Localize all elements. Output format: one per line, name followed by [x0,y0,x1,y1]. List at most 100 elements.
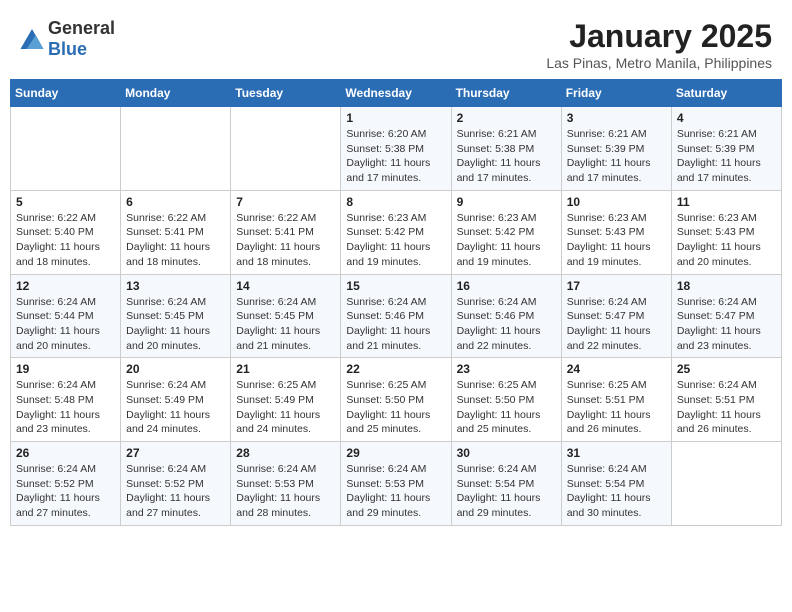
day-number: 15 [346,279,445,293]
day-number: 3 [567,111,666,125]
day-number: 16 [457,279,556,293]
calendar-cell: 20Sunrise: 6:24 AMSunset: 5:49 PMDayligh… [121,358,231,442]
day-number: 8 [346,195,445,209]
calendar-week-1: 1Sunrise: 6:20 AMSunset: 5:38 PMDaylight… [11,107,782,191]
calendar-week-2: 5 Sunrise: 6:22 AMSunset: 5:40 PMDaylight… [11,190,782,274]
calendar-cell: 9 Sunrise: 6:23 AMSunset: 5:42 PMDaylight… [451,190,561,274]
day-number: 5 [16,195,115,209]
weekday-header-friday: Friday [561,80,671,107]
calendar-cell: 22 Sunrise: 6:25 AMSunset: 5:50 PMDayligh… [341,358,451,442]
calendar-cell: 17 Sunrise: 6:24 AMSunset: 5:47 PMDayligh… [561,274,671,358]
day-number: 26 [16,446,115,460]
logo: General Blue [20,18,115,60]
day-number: 13 [126,279,225,293]
day-info: Sunrise: 6:24 AMSunset: 5:51 PMDaylight:… [677,378,776,437]
day-info: Sunrise: 6:24 AMSunset: 5:46 PMDaylight:… [457,295,556,354]
calendar-cell: 7 Sunrise: 6:22 AMSunset: 5:41 PMDaylight… [231,190,341,274]
day-info: Sunrise: 6:21 AMSunset: 5:39 PMDaylight:… [677,127,776,186]
day-number: 7 [236,195,335,209]
calendar-cell [11,107,121,191]
calendar-cell: 16 Sunrise: 6:24 AMSunset: 5:46 PMDayligh… [451,274,561,358]
calendar-cell: 25 Sunrise: 6:24 AMSunset: 5:51 PMDayligh… [671,358,781,442]
day-info: Sunrise: 6:22 AMSunset: 5:41 PMDaylight:… [126,211,225,270]
calendar-cell: 13 Sunrise: 6:24 AMSunset: 5:45 PMDayligh… [121,274,231,358]
calendar-cell: 31Sunrise: 6:24 AMSunset: 5:54 PMDayligh… [561,442,671,526]
day-info: Sunrise: 6:23 AMSunset: 5:42 PMDaylight:… [457,211,556,270]
weekday-header-saturday: Saturday [671,80,781,107]
day-info: Sunrise: 6:24 AMSunset: 5:47 PMDaylight:… [567,295,666,354]
logo-blue: Blue [48,39,87,59]
day-info: Sunrise: 6:21 AMSunset: 5:39 PMDaylight:… [567,127,666,186]
logo-icon [20,29,44,49]
logo-text: General Blue [48,18,115,60]
day-info: Sunrise: 6:24 AMSunset: 5:45 PMDaylight:… [126,295,225,354]
day-info: Sunrise: 6:25 AMSunset: 5:49 PMDaylight:… [236,378,335,437]
calendar-cell: 24Sunrise: 6:25 AMSunset: 5:51 PMDayligh… [561,358,671,442]
calendar-cell: 12 Sunrise: 6:24 AMSunset: 5:44 PMDayligh… [11,274,121,358]
day-info: Sunrise: 6:24 AMSunset: 5:45 PMDaylight:… [236,295,335,354]
day-info: Sunrise: 6:24 AMSunset: 5:54 PMDaylight:… [457,462,556,521]
day-info: Sunrise: 6:22 AMSunset: 5:41 PMDaylight:… [236,211,335,270]
calendar-cell: 6Sunrise: 6:22 AMSunset: 5:41 PMDaylight… [121,190,231,274]
month-title: January 2025 [546,18,772,55]
day-number: 23 [457,362,556,376]
calendar-cell: 5 Sunrise: 6:22 AMSunset: 5:40 PMDaylight… [11,190,121,274]
day-number: 19 [16,362,115,376]
calendar-cell [231,107,341,191]
day-info: Sunrise: 6:23 AMSunset: 5:42 PMDaylight:… [346,211,445,270]
day-number: 2 [457,111,556,125]
day-info: Sunrise: 6:25 AMSunset: 5:50 PMDaylight:… [346,378,445,437]
day-info: Sunrise: 6:24 AMSunset: 5:53 PMDaylight:… [346,462,445,521]
calendar-header-row: SundayMondayTuesdayWednesdayThursdayFrid… [11,80,782,107]
day-number: 25 [677,362,776,376]
day-number: 22 [346,362,445,376]
weekday-header-sunday: Sunday [11,80,121,107]
calendar-cell: 30Sunrise: 6:24 AMSunset: 5:54 PMDayligh… [451,442,561,526]
day-info: Sunrise: 6:23 AMSunset: 5:43 PMDaylight:… [567,211,666,270]
day-info: Sunrise: 6:24 AMSunset: 5:52 PMDaylight:… [126,462,225,521]
day-info: Sunrise: 6:23 AMSunset: 5:43 PMDaylight:… [677,211,776,270]
weekday-header-thursday: Thursday [451,80,561,107]
calendar-cell: 26 Sunrise: 6:24 AMSunset: 5:52 PMDayligh… [11,442,121,526]
logo-general: General [48,18,115,38]
weekday-header-wednesday: Wednesday [341,80,451,107]
day-number: 12 [16,279,115,293]
calendar-cell: 14 Sunrise: 6:24 AMSunset: 5:45 PMDayligh… [231,274,341,358]
day-info: Sunrise: 6:22 AMSunset: 5:40 PMDaylight:… [16,211,115,270]
day-info: Sunrise: 6:24 AMSunset: 5:46 PMDaylight:… [346,295,445,354]
page-header: General Blue January 2025 Las Pinas, Met… [10,10,782,75]
calendar-cell: 4Sunrise: 6:21 AMSunset: 5:39 PMDaylight… [671,107,781,191]
calendar-cell [121,107,231,191]
calendar-week-4: 19 Sunrise: 6:24 AMSunset: 5:48 PMDayligh… [11,358,782,442]
calendar-table: SundayMondayTuesdayWednesdayThursdayFrid… [10,79,782,526]
day-number: 27 [126,446,225,460]
day-info: Sunrise: 6:24 AMSunset: 5:48 PMDaylight:… [16,378,115,437]
calendar-cell [671,442,781,526]
day-number: 9 [457,195,556,209]
calendar-cell: 28Sunrise: 6:24 AMSunset: 5:53 PMDayligh… [231,442,341,526]
calendar-cell: 2Sunrise: 6:21 AMSunset: 5:38 PMDaylight… [451,107,561,191]
day-info: Sunrise: 6:24 AMSunset: 5:44 PMDaylight:… [16,295,115,354]
day-number: 29 [346,446,445,460]
day-number: 17 [567,279,666,293]
calendar-week-3: 12 Sunrise: 6:24 AMSunset: 5:44 PMDayligh… [11,274,782,358]
calendar-cell: 10Sunrise: 6:23 AMSunset: 5:43 PMDayligh… [561,190,671,274]
day-number: 18 [677,279,776,293]
calendar-cell: 23 Sunrise: 6:25 AMSunset: 5:50 PMDayligh… [451,358,561,442]
day-info: Sunrise: 6:24 AMSunset: 5:52 PMDaylight:… [16,462,115,521]
day-number: 11 [677,195,776,209]
day-info: Sunrise: 6:25 AMSunset: 5:50 PMDaylight:… [457,378,556,437]
calendar-cell: 29 Sunrise: 6:24 AMSunset: 5:53 PMDayligh… [341,442,451,526]
title-block: January 2025 Las Pinas, Metro Manila, Ph… [546,18,772,71]
calendar-cell: 1Sunrise: 6:20 AMSunset: 5:38 PMDaylight… [341,107,451,191]
calendar-cell: 11 Sunrise: 6:23 AMSunset: 5:43 PMDayligh… [671,190,781,274]
calendar-cell: 18 Sunrise: 6:24 AMSunset: 5:47 PMDayligh… [671,274,781,358]
calendar-cell: 15 Sunrise: 6:24 AMSunset: 5:46 PMDayligh… [341,274,451,358]
day-info: Sunrise: 6:24 AMSunset: 5:47 PMDaylight:… [677,295,776,354]
day-number: 1 [346,111,445,125]
calendar-week-5: 26 Sunrise: 6:24 AMSunset: 5:52 PMDayligh… [11,442,782,526]
day-number: 14 [236,279,335,293]
day-info: Sunrise: 6:25 AMSunset: 5:51 PMDaylight:… [567,378,666,437]
day-number: 28 [236,446,335,460]
weekday-header-monday: Monday [121,80,231,107]
